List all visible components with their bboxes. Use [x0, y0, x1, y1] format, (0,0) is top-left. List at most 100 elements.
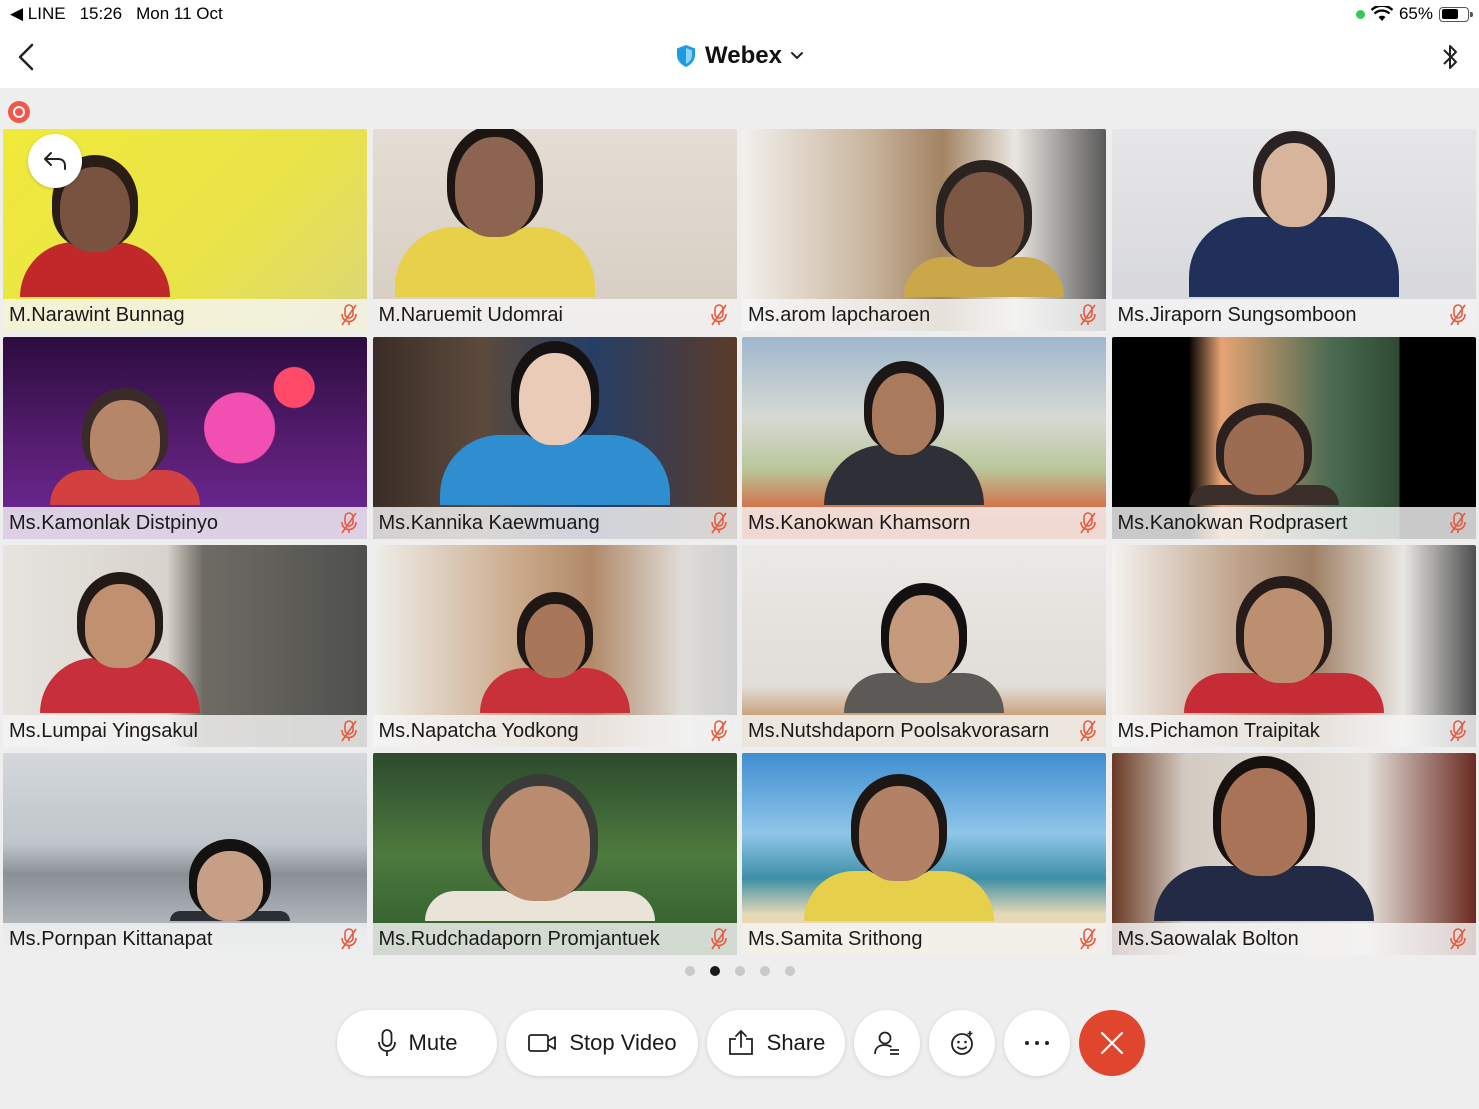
participant-tile[interactable]: Ms.Pornpan Kittanapat	[3, 753, 367, 955]
participant-name-bar: Ms.Pichamon Traipitak	[1111, 715, 1476, 747]
participant-video	[435, 337, 675, 505]
participant-tile[interactable]: Ms.Kannika Kaewmuang	[372, 337, 737, 539]
meeting-header: Webex	[0, 28, 1479, 88]
participant-video	[420, 753, 660, 921]
participant-name-bar: Ms.Saowalak Bolton	[1111, 923, 1476, 955]
participant-tile[interactable]: Ms.Jiraporn Sungsomboon	[1111, 129, 1476, 331]
participant-tile[interactable]: Ms.Nutshdaporn Poolsakvorasarn	[742, 545, 1106, 747]
participant-video	[5, 337, 245, 505]
participant-tile[interactable]: Ms.Kanokwan Rodprasert	[1111, 337, 1476, 539]
participants-icon	[874, 1031, 899, 1055]
participant-tile[interactable]: Ms.Saowalak Bolton	[1111, 753, 1476, 955]
participant-tile[interactable]: Ms.Pichamon Traipitak	[1111, 545, 1476, 747]
participant-name-bar: Ms.Kanokwan Rodprasert	[1111, 507, 1476, 539]
muted-microphone-icon	[1080, 928, 1096, 950]
chevron-down-icon	[790, 52, 803, 60]
muted-microphone-icon	[341, 720, 357, 742]
status-date: Mon 11 Oct	[136, 4, 223, 23]
muted-microphone-icon	[341, 304, 357, 326]
participant-tile[interactable]: Ms.arom lapcharoen	[742, 129, 1106, 331]
participant-video	[864, 129, 1104, 297]
participant-name-bar: Ms.Jiraporn Sungsomboon	[1111, 299, 1476, 331]
mute-button[interactable]: Mute	[337, 1010, 497, 1076]
participant-name: M.Naruemit Udomrai	[378, 303, 563, 326]
participant-video	[784, 337, 1024, 505]
page-dot[interactable]	[734, 966, 745, 976]
reactions-button[interactable]	[929, 1010, 995, 1076]
participant-name: Ms.Saowalak Bolton	[1117, 927, 1299, 950]
participant-tile[interactable]: Ms.Rudchadaporn Promjantuek	[372, 753, 737, 955]
recording-indicator	[8, 101, 30, 123]
participant-video	[804, 545, 1044, 713]
page-indicator[interactable]	[0, 966, 1479, 976]
muted-microphone-icon	[1080, 304, 1096, 326]
participant-name-bar: M.Narawint Bunnag	[3, 299, 367, 331]
participant-name: Ms.Lumpai Yingsakul	[9, 719, 198, 742]
participant-name: M.Narawint Bunnag	[9, 303, 185, 326]
participant-tile[interactable]: Ms.Napatcha Yodkong	[372, 545, 737, 747]
participant-name: Ms.Pornpan Kittanapat	[9, 927, 213, 950]
participant-name: Ms.Rudchadaporn Promjantuek	[378, 927, 660, 950]
microphone-icon	[377, 1029, 396, 1056]
reply-arrow-icon	[44, 152, 66, 170]
participant-tile[interactable]: Ms.Lumpai Yingsakul	[3, 545, 367, 747]
more-options-button[interactable]	[1004, 1010, 1070, 1076]
participant-video	[3, 545, 240, 713]
wifi-icon	[1370, 6, 1393, 21]
share-icon	[728, 1029, 753, 1055]
muted-microphone-icon	[1080, 512, 1096, 534]
battery-percent: 65%	[1398, 4, 1433, 23]
share-button[interactable]: Share	[707, 1010, 845, 1076]
stop-video-button[interactable]: Stop Video	[506, 1010, 698, 1076]
muted-microphone-icon	[710, 304, 727, 326]
participant-name-bar: Ms.Samita Srithong	[742, 923, 1106, 955]
participant-name: Ms.Jiraporn Sungsomboon	[1117, 303, 1357, 326]
participant-name: Ms.Kanokwan Rodprasert	[1117, 511, 1348, 534]
participant-video-grid: M.Narawint Bunnag M.Naruemit Udomrai Ms.ar…	[3, 129, 1476, 955]
page-dot[interactable]	[709, 966, 720, 976]
muted-microphone-icon	[1449, 928, 1466, 950]
participant-video	[375, 129, 615, 297]
stop-video-label: Stop Video	[569, 1030, 677, 1055]
participant-tile[interactable]: Ms.Kanokwan Khamsorn	[742, 337, 1106, 539]
participant-video	[110, 753, 350, 921]
participant-video	[435, 545, 675, 713]
status-time: 15:26	[79, 4, 123, 23]
participant-name: Ms.Nutshdaporn Poolsakvorasarn	[748, 719, 1050, 742]
muted-microphone-icon	[710, 720, 727, 742]
page-dot[interactable]	[759, 966, 770, 976]
participant-name-bar: Ms.Napatcha Yodkong	[372, 715, 737, 747]
participant-name-bar: M.Naruemit Udomrai	[372, 299, 737, 331]
muted-microphone-icon	[1080, 720, 1096, 742]
participant-tile[interactable]: M.Narawint Bunnag	[3, 129, 367, 331]
video-camera-icon	[528, 1034, 557, 1052]
more-icon	[1025, 1041, 1049, 1045]
participant-video	[1174, 129, 1414, 297]
reply-arrow-button[interactable]	[28, 134, 82, 188]
mute-label: Mute	[408, 1030, 458, 1055]
page-dot[interactable]	[784, 966, 795, 976]
participant-name: Ms.Kannika Kaewmuang	[378, 511, 600, 534]
camera-in-use-indicator	[1355, 9, 1365, 19]
app-title: Webex	[705, 42, 782, 69]
bluetooth-icon[interactable]	[1439, 40, 1461, 74]
end-call-button[interactable]	[1079, 1010, 1145, 1076]
participant-tile[interactable]: Ms.Kamonlak Distpinyo	[3, 337, 367, 539]
participants-button[interactable]	[854, 1010, 920, 1076]
participant-video	[779, 753, 1019, 921]
status-bar: ◀ LINE 15:26 Mon 11 Oct 65%	[0, 0, 1479, 28]
participant-name: Ms.Samita Srithong	[748, 927, 923, 950]
participant-tile[interactable]: M.Naruemit Udomrai	[372, 129, 737, 331]
muted-microphone-icon	[1449, 720, 1466, 742]
smiley-icon	[951, 1031, 973, 1055]
back-to-app-link[interactable]: ◀ LINE	[10, 4, 66, 24]
battery-icon	[1439, 6, 1473, 22]
participant-name: Ms.Kanokwan Khamsorn	[748, 511, 971, 534]
participant-video	[1164, 545, 1404, 713]
close-icon	[1100, 1031, 1124, 1055]
page-dot[interactable]	[684, 966, 695, 976]
participant-name-bar: Ms.Lumpai Yingsakul	[3, 715, 367, 747]
participant-tile[interactable]: Ms.Samita Srithong	[742, 753, 1106, 955]
participant-video	[1144, 337, 1384, 505]
meeting-title-dropdown[interactable]: Webex	[0, 42, 1479, 70]
